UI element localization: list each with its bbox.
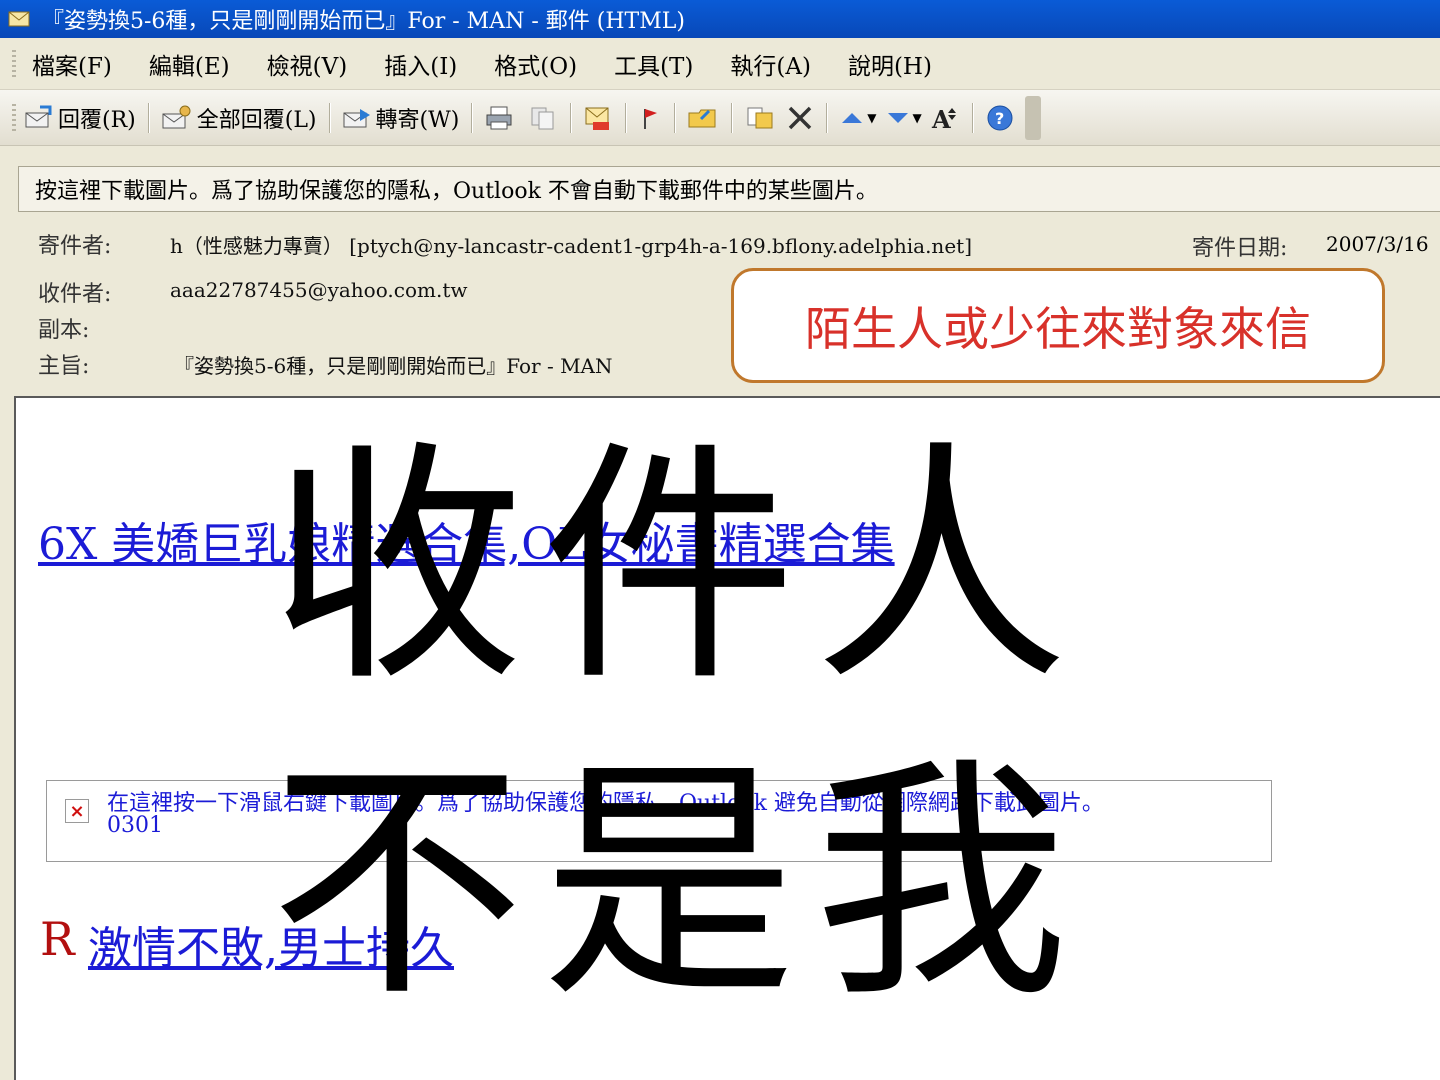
prev-icon — [842, 112, 863, 123]
envelope-icon — [585, 107, 610, 130]
toolbar: 回覆(R) 全部回覆(L) 轉寄(W) ▼ ▼ A ? — [0, 90, 1440, 146]
reply-all-icon — [162, 105, 191, 128]
toolbar-separator — [826, 102, 828, 133]
copy-icon — [531, 107, 554, 129]
overlay-line-1: 收件人 — [270, 419, 1086, 715]
font-size-icon: A — [931, 105, 956, 132]
svg-text:?: ? — [995, 109, 1004, 128]
menu-help[interactable]: 說明(H) — [848, 47, 932, 81]
delete-icon — [789, 106, 812, 129]
toolbar-separator — [147, 102, 149, 133]
delete-button[interactable] — [786, 104, 814, 132]
r-letter: R — [40, 912, 75, 966]
cc-label: 副本: — [38, 318, 90, 343]
next-item-button[interactable] — [885, 108, 911, 128]
forward-label: 轉寄(W) — [375, 107, 460, 133]
toolbar-separator — [625, 102, 627, 133]
from-label: 寄件者: — [38, 234, 112, 259]
sent-date-value: 2007/3/16 — [1326, 232, 1429, 256]
font-size-button[interactable]: A — [930, 104, 960, 132]
flag-icon — [644, 108, 658, 129]
toolbar-separator — [731, 102, 733, 133]
sent-date-label: 寄件日期: — [1192, 236, 1288, 261]
toolbar-separator — [570, 102, 572, 133]
toolbar-grip-handle[interactable] — [12, 103, 16, 132]
toolbar-overflow-chevron-icon[interactable] — [1024, 95, 1041, 140]
mail-envelope-icon — [8, 11, 30, 27]
download-pictures-infobar[interactable]: 按這裡下載圖片。爲了協助保護您的隱私，Outlook 不會自動下載郵件中的某些圖… — [18, 166, 1440, 212]
help-button[interactable]: ? — [985, 103, 1015, 133]
reply-icon — [25, 105, 52, 127]
toolbar-separator — [471, 102, 473, 133]
menu-view[interactable]: 檢視(V) — [267, 47, 348, 81]
toolbar-separator — [971, 102, 973, 133]
print-button[interactable] — [484, 105, 514, 131]
move-button[interactable] — [744, 105, 776, 131]
reply-all-button[interactable]: 全部回覆(L) — [161, 102, 317, 134]
print-icon — [486, 106, 512, 129]
reply-label: 回覆(R) — [58, 107, 136, 133]
menu-format[interactable]: 格式(O) — [494, 47, 577, 81]
toolbar-separator — [328, 102, 330, 133]
broken-image-icon: × — [65, 799, 89, 823]
blocked-image-code: 0301 — [107, 813, 163, 838]
menu-bar: 檔案(F) 編輯(E) 檢視(V) 插入(I) 格式(O) 工具(T) 執行(A… — [0, 38, 1440, 90]
menu-file[interactable]: 檔案(F) — [32, 47, 112, 81]
to-value[interactable]: aaa22787455@yahoo.com.tw — [170, 278, 467, 302]
previous-item-button[interactable] — [839, 108, 865, 128]
move-to-folder-button[interactable] — [687, 105, 719, 131]
from-value[interactable]: h（性感魅力專賣） [ptych@ny-lancastr-cadent1-grp… — [170, 230, 972, 259]
menu-insert[interactable]: 插入(I) — [384, 47, 457, 81]
svg-text:A: A — [931, 105, 951, 132]
mark-unread-button[interactable] — [583, 104, 613, 132]
next-dropdown-arrow-icon[interactable]: ▼ — [913, 111, 922, 125]
infobar-text: 按這裡下載圖片。爲了協助保護您的隱私，Outlook 不會自動下載郵件中的某些圖… — [35, 179, 878, 204]
toolbar-separator — [674, 102, 676, 133]
move-icon — [747, 107, 773, 128]
annotation-callout: 陌生人或少往來對象來信 — [731, 268, 1385, 383]
forward-button[interactable]: 轉寄(W) — [342, 102, 460, 134]
copy-button[interactable] — [528, 105, 558, 131]
window-title: 『姿勢換5-6種，只是剛剛開始而已』For - MAN - 郵件 (HTML) — [42, 9, 685, 34]
next-icon — [887, 112, 908, 123]
forward-icon — [343, 108, 370, 127]
reply-button[interactable]: 回覆(R) — [24, 102, 136, 134]
menu-edit[interactable]: 編輯(E) — [149, 47, 230, 81]
previous-dropdown-arrow-icon[interactable]: ▼ — [867, 111, 876, 125]
folder-icon — [688, 109, 716, 127]
help-icon: ? — [987, 105, 1013, 130]
reply-all-label: 全部回覆(L) — [196, 107, 317, 133]
to-label: 收件者: — [38, 282, 112, 307]
title-bar: 『姿勢換5-6種，只是剛剛開始而已』For - MAN - 郵件 (HTML) — [0, 0, 1440, 38]
menu-grip-handle[interactable] — [12, 49, 16, 78]
menu-tools[interactable]: 工具(T) — [614, 47, 693, 81]
flag-button[interactable] — [638, 105, 662, 131]
subject-value: 『姿勢換5-6種，只是剛剛開始而已』For - MAN — [174, 354, 613, 378]
subject-label: 主旨: — [38, 354, 90, 379]
callout-text: 陌生人或少往來對象來信 — [805, 301, 1311, 356]
overlay-line-2: 不是我 — [270, 735, 1086, 1031]
menu-actions[interactable]: 執行(A) — [730, 47, 811, 81]
